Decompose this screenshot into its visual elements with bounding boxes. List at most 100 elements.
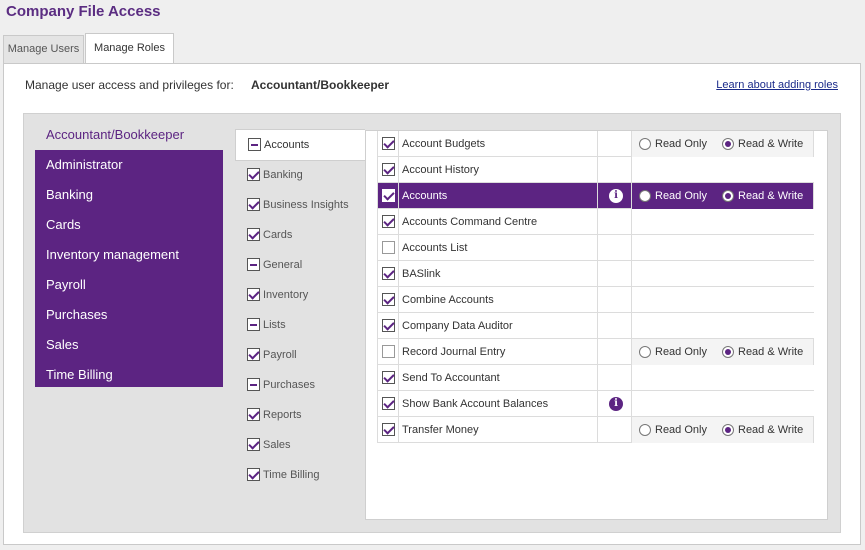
permission-checkbox[interactable]: [382, 371, 395, 384]
permission-checkbox[interactable]: [382, 137, 395, 150]
category-item-payroll[interactable]: Payroll: [235, 340, 365, 370]
read-write-radio[interactable]: Read & Write: [722, 417, 803, 443]
role-item-inventory-management[interactable]: Inventory management: [35, 240, 223, 270]
permission-checkbox-cell: [377, 183, 399, 209]
category-checkbox[interactable]: [247, 288, 260, 301]
permission-row-show-bank-account-balances[interactable]: Show Bank Account Balances i: [377, 391, 814, 417]
read-only-radio[interactable]: Read Only: [639, 183, 707, 209]
access-level-cell: Read Only Read & Write: [632, 339, 814, 365]
permission-name: Company Data Auditor: [402, 320, 513, 332]
permission-checkbox[interactable]: [382, 423, 395, 436]
category-checkbox[interactable]: [247, 228, 260, 241]
permission-checkbox-cell: [377, 313, 399, 339]
permission-row-baslink[interactable]: BASlink: [377, 261, 814, 287]
role-item-accountant-bookkeeper[interactable]: Accountant/Bookkeeper: [35, 120, 223, 150]
permission-checkbox[interactable]: [382, 293, 395, 306]
category-item-purchases[interactable]: Purchases: [235, 370, 365, 400]
tab-manage-roles[interactable]: Manage Roles: [85, 33, 174, 65]
radio-label: Read Only: [655, 346, 707, 358]
category-item-accounts[interactable]: Accounts: [235, 129, 365, 161]
permission-checkbox[interactable]: [382, 189, 395, 202]
category-item-banking[interactable]: Banking: [235, 160, 365, 190]
category-item-inventory[interactable]: Inventory: [235, 280, 365, 310]
permission-row-send-to-accountant[interactable]: Send To Accountant: [377, 365, 814, 391]
category-checkbox[interactable]: [247, 348, 260, 361]
read-write-radio[interactable]: Read & Write: [722, 183, 803, 209]
permission-name: Combine Accounts: [402, 294, 494, 306]
permission-checkbox-cell: [377, 157, 399, 183]
role-item-cards[interactable]: Cards: [35, 210, 223, 240]
learn-about-roles-link[interactable]: Learn about adding roles: [716, 79, 838, 91]
permission-info-cell: [597, 209, 632, 235]
read-write-radio[interactable]: Read & Write: [722, 131, 803, 157]
category-checkbox[interactable]: [247, 438, 260, 451]
permission-row-accounts-list[interactable]: Accounts List: [377, 235, 814, 261]
category-checkbox[interactable]: [247, 468, 260, 481]
permission-checkbox[interactable]: [382, 241, 395, 254]
permission-checkbox[interactable]: [382, 345, 395, 358]
permission-checkbox[interactable]: [382, 215, 395, 228]
permission-info-cell: [597, 287, 632, 313]
role-item-purchases[interactable]: Purchases: [35, 300, 223, 330]
permission-checkbox-cell: [377, 339, 399, 365]
category-label: Business Insights: [263, 199, 349, 211]
category-item-time-billing[interactable]: Time Billing: [235, 460, 365, 490]
radio-label: Read & Write: [738, 138, 804, 150]
category-label: Payroll: [263, 349, 297, 361]
permission-row-accounts[interactable]: Accounts i Read Only Read & Write: [377, 183, 814, 209]
radio-label: Read Only: [655, 190, 707, 202]
permission-name: Accounts: [402, 190, 448, 202]
role-item-time-billing[interactable]: Time Billing: [35, 360, 223, 390]
permission-row-company-data-auditor[interactable]: Company Data Auditor: [377, 313, 814, 339]
role-item-sales[interactable]: Sales: [35, 330, 223, 360]
category-checkbox[interactable]: [247, 318, 260, 331]
category-checkbox[interactable]: [247, 198, 260, 211]
permission-row-combine-accounts[interactable]: Combine Accounts: [377, 287, 814, 313]
permission-checkbox[interactable]: [382, 319, 395, 332]
role-item-administrator[interactable]: Administrator: [35, 150, 223, 180]
permission-name: Account Budgets: [402, 138, 486, 150]
permission-row-account-budgets[interactable]: Account Budgets Read Only Read & Write: [377, 131, 814, 157]
permission-checkbox-cell: [377, 131, 399, 157]
radio-circle: [722, 190, 734, 202]
read-only-radio[interactable]: Read Only: [639, 417, 707, 443]
permission-row-account-history[interactable]: Account History: [377, 157, 814, 183]
read-write-radio[interactable]: Read & Write: [722, 339, 803, 365]
category-checkbox[interactable]: [247, 168, 260, 181]
category-checkbox[interactable]: [247, 408, 260, 421]
radio-label: Read Only: [655, 424, 707, 436]
radio-circle: [722, 346, 734, 358]
role-item-banking[interactable]: Banking: [35, 180, 223, 210]
category-item-cards[interactable]: Cards: [235, 220, 365, 250]
permission-row-record-journal-entry[interactable]: Record Journal Entry Read Only Read & Writ…: [377, 339, 814, 365]
category-checkbox[interactable]: [247, 258, 260, 271]
category-checkbox[interactable]: [247, 378, 260, 391]
info-icon[interactable]: i: [609, 189, 623, 203]
category-label: Lists: [263, 319, 286, 331]
permissions-table: Account Budgets Read Only Read & Write Acco…: [377, 131, 814, 443]
read-only-radio[interactable]: Read Only: [639, 131, 707, 157]
category-item-lists[interactable]: Lists: [235, 310, 365, 340]
tab-manage-users[interactable]: Manage Users: [3, 35, 84, 63]
category-label: General: [263, 259, 303, 271]
category-item-business-insights[interactable]: Business Insights: [235, 190, 365, 220]
permission-checkbox[interactable]: [382, 397, 395, 410]
permission-checkbox-cell: [377, 209, 399, 235]
permission-checkbox[interactable]: [382, 163, 395, 176]
permission-checkbox-cell: [377, 287, 399, 313]
category-label: Time Billing: [263, 469, 320, 481]
permission-row-transfer-money[interactable]: Transfer Money Read Only Read & Write: [377, 417, 814, 443]
category-checkbox[interactable]: [248, 138, 261, 151]
permission-row-accounts-command-centre[interactable]: Accounts Command Centre: [377, 209, 814, 235]
category-label: Inventory: [263, 289, 309, 301]
category-item-sales[interactable]: Sales: [235, 430, 365, 460]
permission-checkbox[interactable]: [382, 267, 395, 280]
manage-roles-panel: Manage user access and privileges for: A…: [3, 63, 861, 545]
category-item-reports[interactable]: Reports: [235, 400, 365, 430]
read-only-radio[interactable]: Read Only: [639, 339, 707, 365]
category-item-general[interactable]: General: [235, 250, 365, 280]
permission-info-cell: [597, 131, 632, 157]
radio-circle: [639, 346, 651, 358]
info-icon[interactable]: i: [609, 397, 623, 411]
role-item-payroll[interactable]: Payroll: [35, 270, 223, 300]
